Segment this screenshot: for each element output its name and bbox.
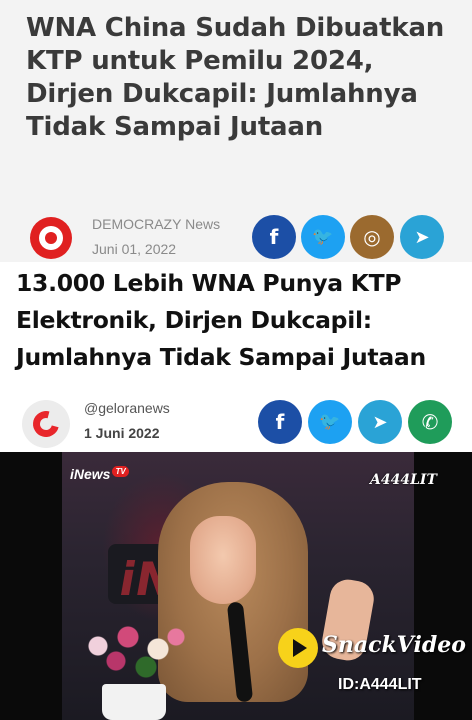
article-1-source-name[interactable]: DEMOCRAZY News bbox=[92, 216, 220, 232]
inews-channel-badge: iNews TV bbox=[70, 466, 129, 482]
facebook-icon: f bbox=[275, 410, 285, 434]
telegram-share-button[interactable]: ➤ bbox=[400, 215, 444, 259]
whatsapp-icon: ✆ bbox=[421, 410, 439, 434]
article-2-source-name[interactable]: @geloranews bbox=[84, 400, 170, 416]
speaker-face bbox=[190, 516, 256, 604]
article-2-headline[interactable]: 13.000 Lebih WNA Punya KTP Elektronik, D… bbox=[16, 265, 466, 376]
whatsapp-share-button[interactable]: ✆ bbox=[408, 400, 452, 444]
instagram-icon: ◎ bbox=[363, 225, 381, 249]
democrazy-logo-icon[interactable] bbox=[30, 217, 72, 259]
telegram-icon: ➤ bbox=[372, 411, 388, 433]
flower-arrangement bbox=[74, 622, 194, 682]
article-card-2: 13.000 Lebih WNA Punya KTP Elektronik, D… bbox=[0, 262, 472, 452]
geloranews-logo-icon[interactable] bbox=[22, 400, 70, 448]
video-player[interactable]: iNews iNewsTV A444LIT SnackVideo ID:A444… bbox=[0, 452, 472, 720]
article-1-date: Juni 01, 2022 bbox=[92, 241, 177, 257]
creator-watermark: A444LIT bbox=[370, 472, 437, 488]
twitter-share-button[interactable]: 🐦 bbox=[308, 400, 352, 444]
article-1-headline[interactable]: WNA China Sudah Dibuatkan KTP untuk Pemi… bbox=[26, 12, 456, 144]
facebook-share-button[interactable]: f bbox=[252, 215, 296, 259]
instagram-share-button[interactable]: ◎ bbox=[350, 215, 394, 259]
twitter-icon: 🐦 bbox=[312, 227, 334, 247]
twitter-share-button[interactable]: 🐦 bbox=[301, 215, 345, 259]
article-card-1: WNA China Sudah Dibuatkan KTP untuk Pemi… bbox=[0, 0, 472, 262]
snackvideo-logo-icon bbox=[278, 628, 318, 668]
snackvideo-user-id: ID:A444LIT bbox=[338, 676, 422, 693]
facebook-share-button[interactable]: f bbox=[258, 400, 302, 444]
flower-vase bbox=[102, 684, 166, 720]
twitter-icon: 🐦 bbox=[319, 412, 341, 432]
telegram-share-button[interactable]: ➤ bbox=[358, 400, 402, 444]
facebook-icon: f bbox=[269, 225, 279, 249]
snackvideo-brand-text: SnackVideo bbox=[322, 632, 466, 658]
article-2-date: 1 Juni 2022 bbox=[84, 425, 160, 441]
telegram-icon: ➤ bbox=[414, 226, 430, 248]
